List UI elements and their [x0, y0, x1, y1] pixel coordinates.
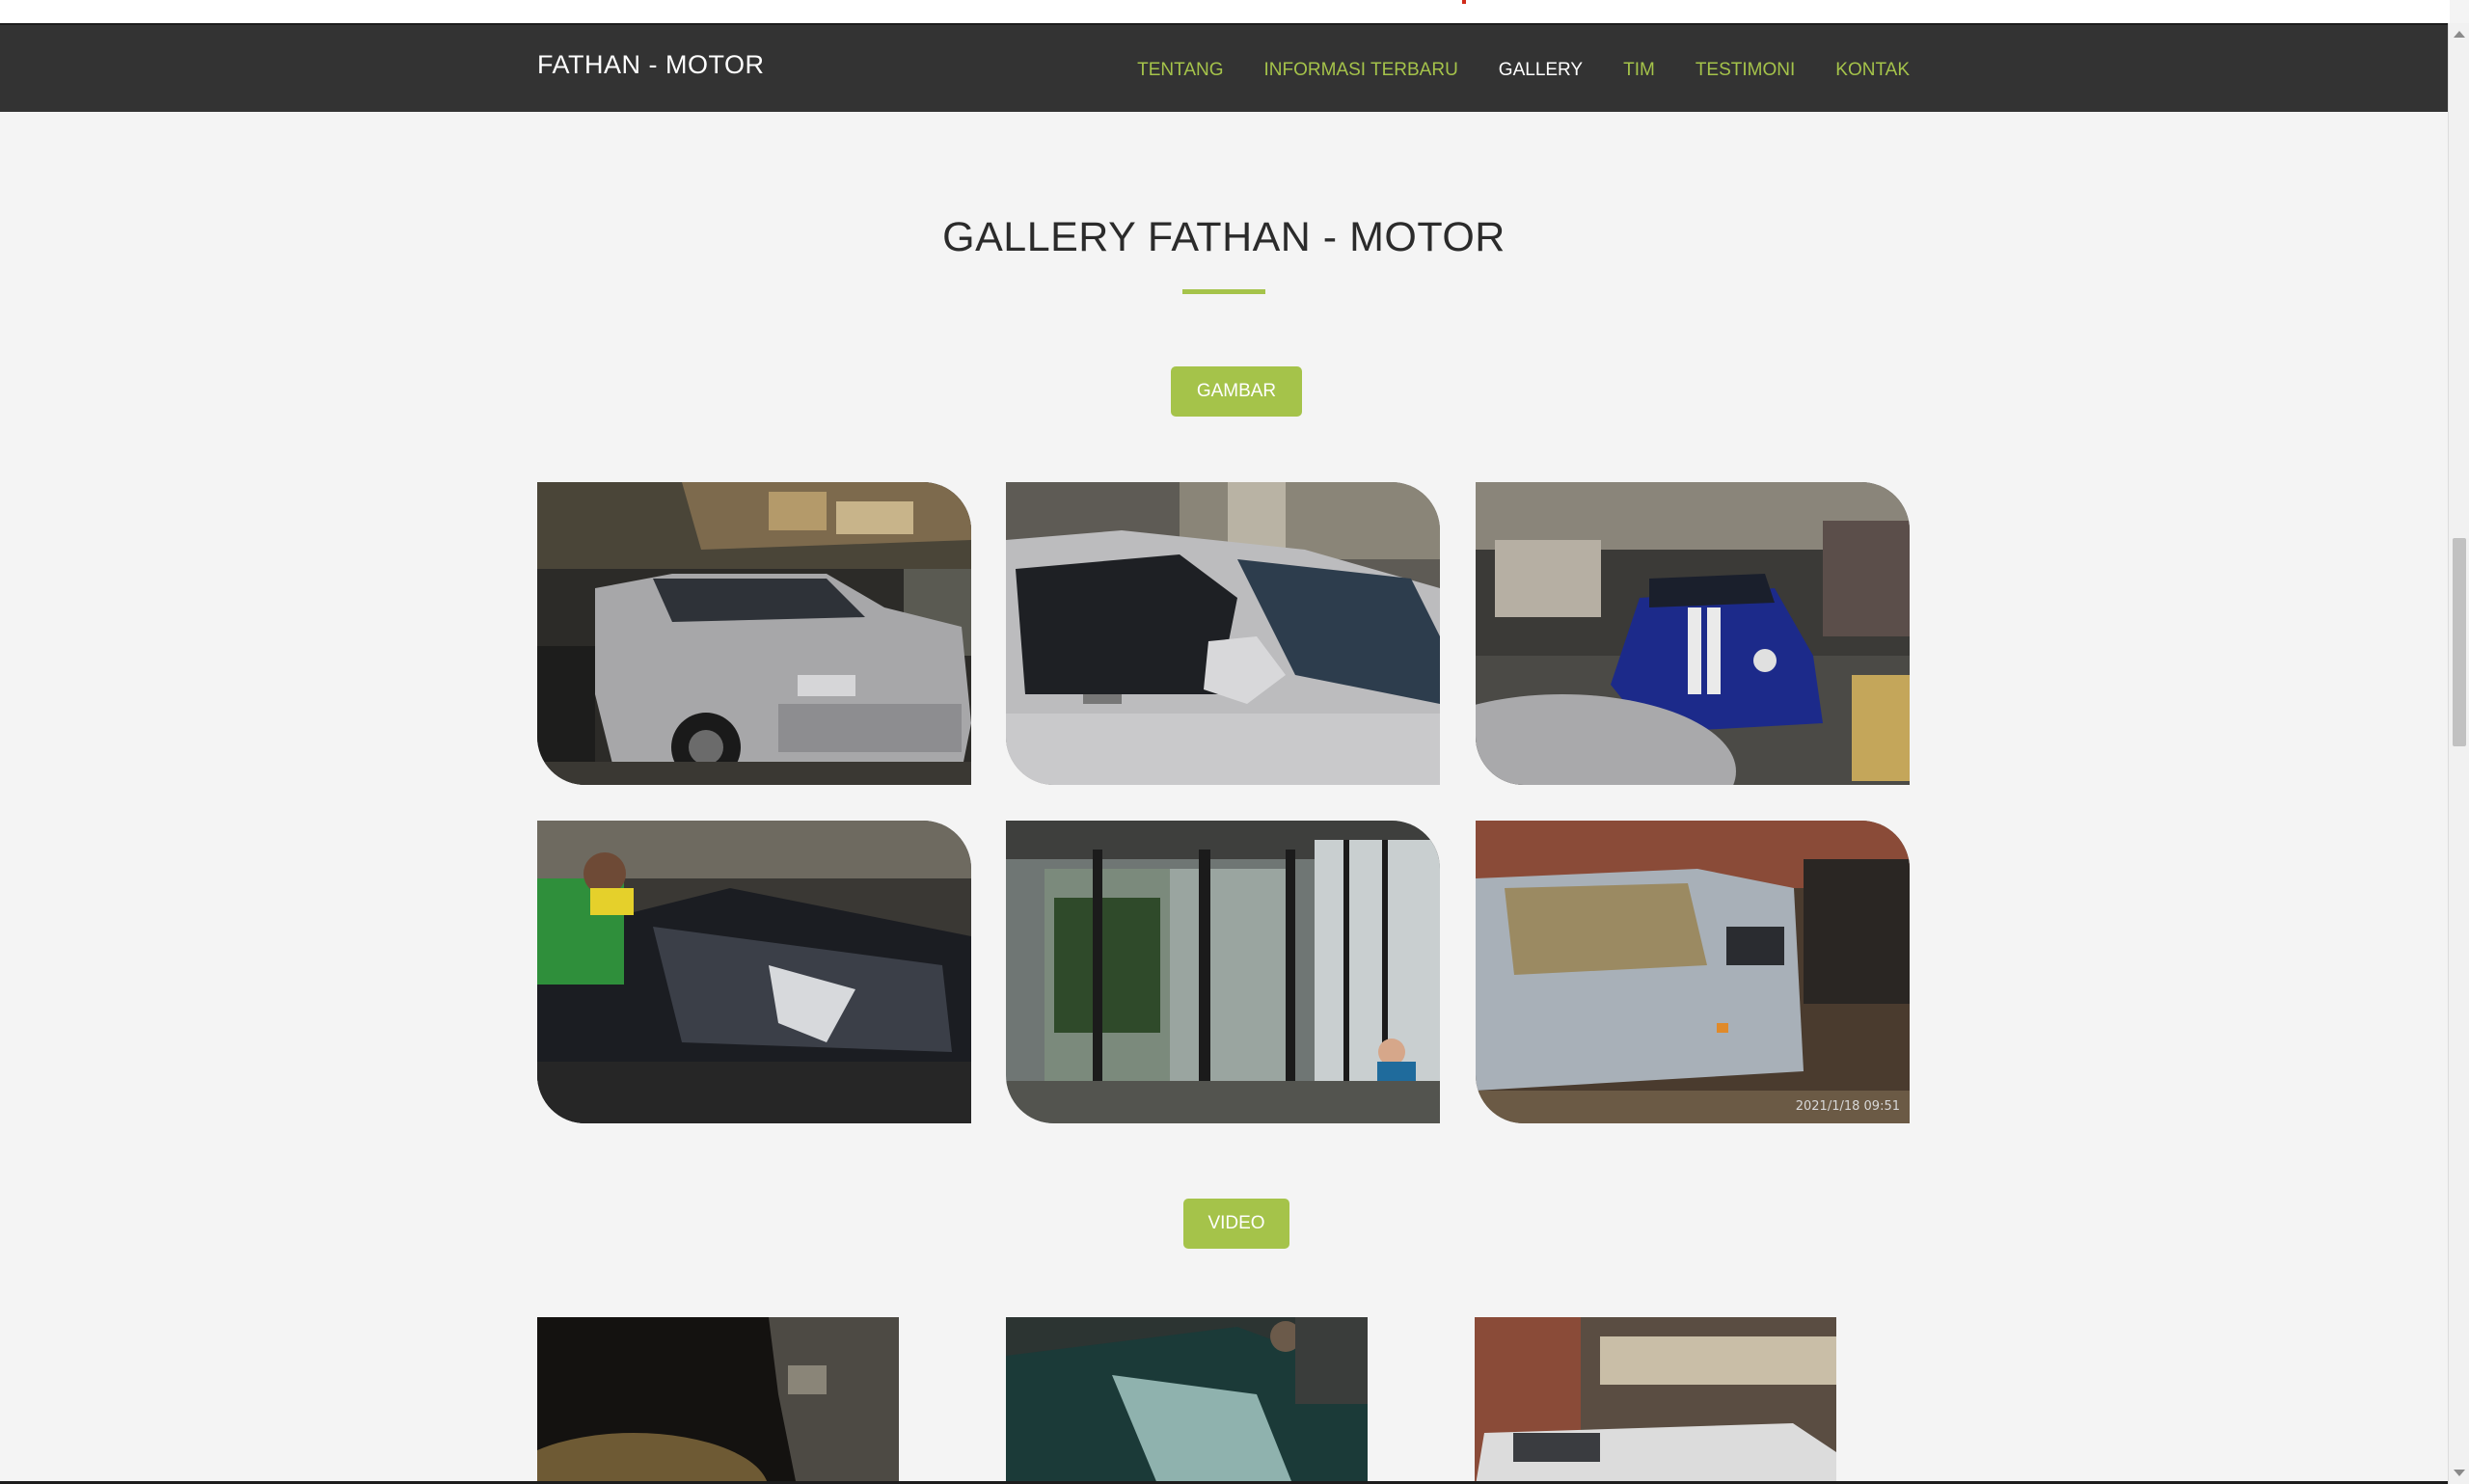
photo-blue-mini-image [1476, 482, 1910, 785]
nav-item-tim[interactable]: TIM [1623, 60, 1655, 81]
photo-silver-car-image [1006, 482, 1440, 785]
photo-film-install-image [537, 821, 971, 1123]
photo-glass-door-image [1006, 821, 1440, 1123]
scroll-down-arrow-icon[interactable] [2454, 1470, 2465, 1476]
scrollbar-thumb[interactable] [2453, 538, 2466, 746]
nav-item-informasi-terbaru[interactable]: INFORMASI TERBARU [1264, 60, 1458, 81]
gallery-photo-range-rover[interactable] [537, 482, 971, 785]
video-thumb-2-image [1006, 1317, 1368, 1484]
gallery-photo-glass-door[interactable] [1006, 821, 1440, 1123]
video-thumb-1[interactable] [537, 1317, 899, 1484]
nav-item-tentang[interactable]: TENTANG [1137, 60, 1223, 81]
gallery-photo-blue-mini[interactable] [1476, 482, 1910, 785]
photo-range-rover-image [537, 482, 971, 785]
photo-grey-jimny-image: 2021/1/18 09:51 [1476, 821, 1910, 1123]
nav-item-kontak[interactable]: KONTAK [1835, 60, 1910, 81]
scrollbar[interactable] [2448, 23, 2469, 1484]
video-thumb-1-image [537, 1317, 899, 1484]
scroll-up-arrow-icon[interactable] [2454, 31, 2465, 38]
nav-item-gallery[interactable]: GALLERY [1499, 60, 1583, 81]
section-title: GALLERY FATHAN - MOTOR [942, 214, 1506, 260]
title-underline [1182, 289, 1265, 294]
gallery-photo-grey-jimny[interactable]: 2021/1/18 09:51 [1476, 821, 1910, 1123]
video-thumb-3-image [1475, 1317, 1836, 1484]
video-thumb-2[interactable] [1006, 1317, 1368, 1484]
gambar-tab-button[interactable]: GAMBAR [1171, 366, 1302, 417]
gallery-photo-silver-car-mirror[interactable] [1006, 482, 1440, 785]
nav-menu: TENTANG INFORMASI TERBARU GALLERY TIM TE… [1097, 60, 1910, 81]
photo-timestamp: 2021/1/18 09:51 [1796, 1099, 1900, 1114]
indicator-dot [1462, 0, 1466, 4]
video-tab-button[interactable]: VIDEO [1183, 1199, 1289, 1249]
browser-top-strip [0, 0, 2450, 25]
gallery-photo-film-installation[interactable] [537, 821, 971, 1123]
brand-logo[interactable]: FATHAN - MOTOR [537, 50, 765, 80]
navbar: FATHAN - MOTOR TENTANG INFORMASI TERBARU… [0, 25, 2448, 112]
nav-item-testimoni[interactable]: TESTIMONI [1696, 60, 1795, 81]
page: FATHAN - MOTOR TENTANG INFORMASI TERBARU… [0, 0, 2469, 1484]
video-thumb-3[interactable] [1475, 1317, 1836, 1484]
